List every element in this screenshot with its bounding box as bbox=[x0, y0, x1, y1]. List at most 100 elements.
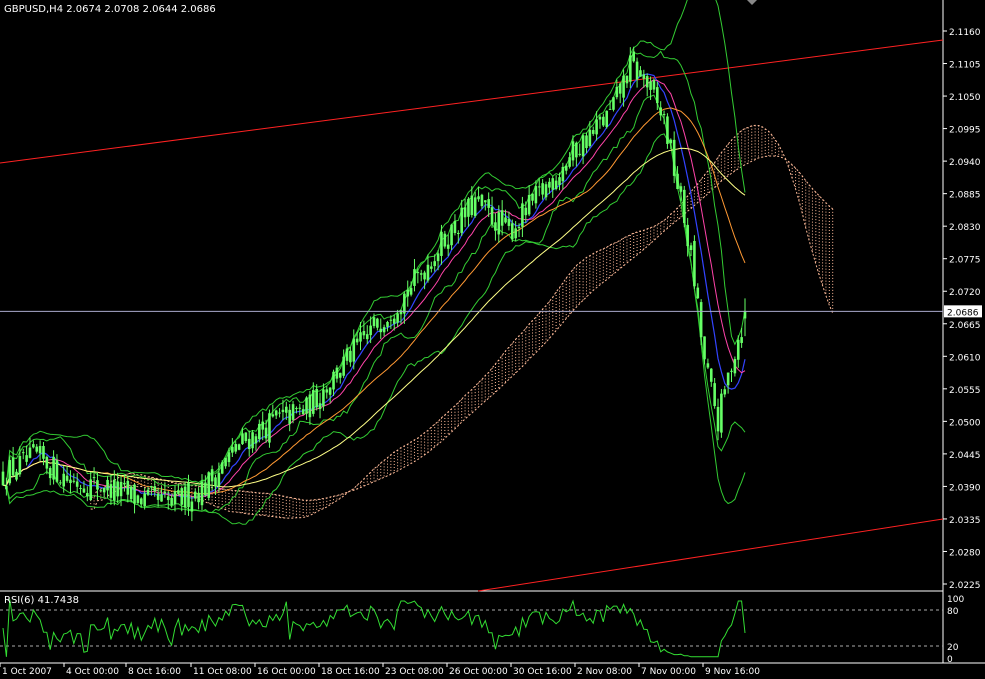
candle-body[interactable] bbox=[689, 245, 693, 251]
candle-body[interactable] bbox=[109, 484, 113, 498]
candle-body[interactable] bbox=[406, 289, 410, 297]
candle-body[interactable] bbox=[123, 482, 126, 485]
candle-body[interactable] bbox=[564, 165, 568, 171]
candle-body[interactable] bbox=[403, 293, 406, 314]
candle-body[interactable] bbox=[328, 387, 332, 395]
candle-body[interactable] bbox=[686, 224, 689, 247]
candle-body[interactable] bbox=[676, 173, 679, 190]
candle-body[interactable] bbox=[484, 200, 487, 203]
candle-body[interactable] bbox=[524, 207, 528, 216]
candle-body[interactable] bbox=[500, 210, 504, 226]
candle-body[interactable] bbox=[52, 456, 55, 480]
candle-body[interactable] bbox=[672, 139, 676, 176]
candle-body[interactable] bbox=[45, 456, 49, 469]
candle-body[interactable] bbox=[433, 261, 437, 267]
candle-body[interactable] bbox=[413, 269, 416, 286]
candle-body[interactable] bbox=[355, 338, 359, 343]
candle-body[interactable] bbox=[59, 482, 62, 484]
candle-body[interactable] bbox=[160, 494, 163, 502]
candle-body[interactable] bbox=[150, 486, 153, 488]
candle-body[interactable] bbox=[177, 490, 180, 494]
candle-body[interactable] bbox=[332, 371, 335, 390]
candle-body[interactable] bbox=[15, 471, 18, 480]
candle-body[interactable] bbox=[618, 83, 622, 94]
candle-body[interactable] bbox=[541, 183, 544, 195]
candle-body[interactable] bbox=[376, 318, 379, 328]
candle-body[interactable] bbox=[285, 406, 288, 413]
candle-body[interactable] bbox=[554, 180, 558, 189]
candle-body[interactable] bbox=[170, 497, 173, 505]
candle-body[interactable] bbox=[534, 186, 538, 204]
candle-body[interactable] bbox=[548, 181, 551, 188]
candle-body[interactable] bbox=[308, 394, 312, 418]
candle-body[interactable] bbox=[342, 356, 345, 376]
candle-body[interactable] bbox=[220, 462, 224, 474]
candle-body[interactable] bbox=[426, 264, 430, 281]
candle-body[interactable] bbox=[605, 110, 609, 127]
candle-body[interactable] bbox=[106, 479, 109, 491]
candle-body[interactable] bbox=[96, 480, 99, 490]
candle-body[interactable] bbox=[359, 332, 362, 342]
candle-body[interactable] bbox=[200, 481, 204, 506]
candle-body[interactable] bbox=[423, 272, 426, 280]
candle-body[interactable] bbox=[62, 473, 66, 487]
candle-body[interactable] bbox=[28, 447, 32, 458]
candle-body[interactable] bbox=[436, 253, 440, 262]
candle-body[interactable] bbox=[237, 444, 241, 450]
candle-body[interactable] bbox=[450, 224, 453, 246]
candle-body[interactable] bbox=[595, 119, 598, 135]
candle-body[interactable] bbox=[682, 189, 686, 223]
candle-body[interactable] bbox=[362, 330, 366, 336]
candle-body[interactable] bbox=[635, 61, 639, 80]
candle-body[interactable] bbox=[558, 177, 561, 185]
candle-body[interactable] bbox=[537, 186, 541, 188]
candle-body[interactable] bbox=[210, 469, 214, 482]
candle-body[interactable] bbox=[733, 359, 737, 374]
candle-body[interactable] bbox=[65, 475, 69, 481]
candle-body[interactable] bbox=[591, 130, 595, 134]
candle-body[interactable] bbox=[440, 231, 443, 256]
candle-body[interactable] bbox=[217, 472, 221, 487]
candle-body[interactable] bbox=[575, 142, 578, 158]
candle-body[interactable] bbox=[480, 194, 484, 207]
candle-body[interactable] bbox=[416, 272, 420, 274]
candle-body[interactable] bbox=[197, 492, 200, 503]
candle-body[interactable] bbox=[153, 486, 157, 492]
candle-body[interactable] bbox=[494, 222, 497, 231]
candle-body[interactable] bbox=[325, 389, 329, 393]
candle-body[interactable] bbox=[335, 367, 339, 379]
candle-body[interactable] bbox=[180, 488, 184, 505]
candle-body[interactable] bbox=[430, 266, 433, 269]
candle-body[interactable] bbox=[551, 178, 555, 190]
candle-body[interactable] bbox=[699, 302, 703, 338]
candle-body[interactable] bbox=[190, 501, 194, 512]
candle-body[interactable] bbox=[622, 75, 625, 98]
candle-body[interactable] bbox=[706, 363, 710, 368]
candle-body[interactable] bbox=[254, 436, 258, 444]
candle-body[interactable] bbox=[352, 338, 356, 362]
candle-body[interactable] bbox=[146, 489, 150, 495]
candle-body[interactable] bbox=[349, 350, 352, 363]
candle-body[interactable] bbox=[642, 74, 646, 79]
candle-body[interactable] bbox=[656, 87, 659, 104]
candle-body[interactable] bbox=[504, 217, 507, 223]
candle-body[interactable] bbox=[581, 135, 585, 157]
candle-body[interactable] bbox=[473, 197, 477, 217]
candle-body[interactable] bbox=[305, 397, 308, 414]
candle-body[interactable] bbox=[234, 444, 238, 452]
candle-body[interactable] bbox=[231, 446, 234, 453]
candle-body[interactable] bbox=[669, 139, 673, 144]
candle-body[interactable] bbox=[517, 226, 521, 228]
candle-body[interactable] bbox=[288, 409, 291, 425]
candle-body[interactable] bbox=[244, 432, 248, 442]
candle-body[interactable] bbox=[251, 432, 254, 449]
candle-body[interactable] bbox=[129, 486, 133, 500]
candle-body[interactable] bbox=[338, 372, 342, 378]
candle-body[interactable] bbox=[392, 318, 396, 324]
candle-body[interactable] bbox=[241, 433, 244, 445]
candle-body[interactable] bbox=[588, 129, 592, 147]
candle-body[interactable] bbox=[1, 471, 5, 486]
candle-body[interactable] bbox=[602, 116, 605, 126]
candle-body[interactable] bbox=[696, 287, 700, 299]
candle-body[interactable] bbox=[86, 493, 89, 497]
